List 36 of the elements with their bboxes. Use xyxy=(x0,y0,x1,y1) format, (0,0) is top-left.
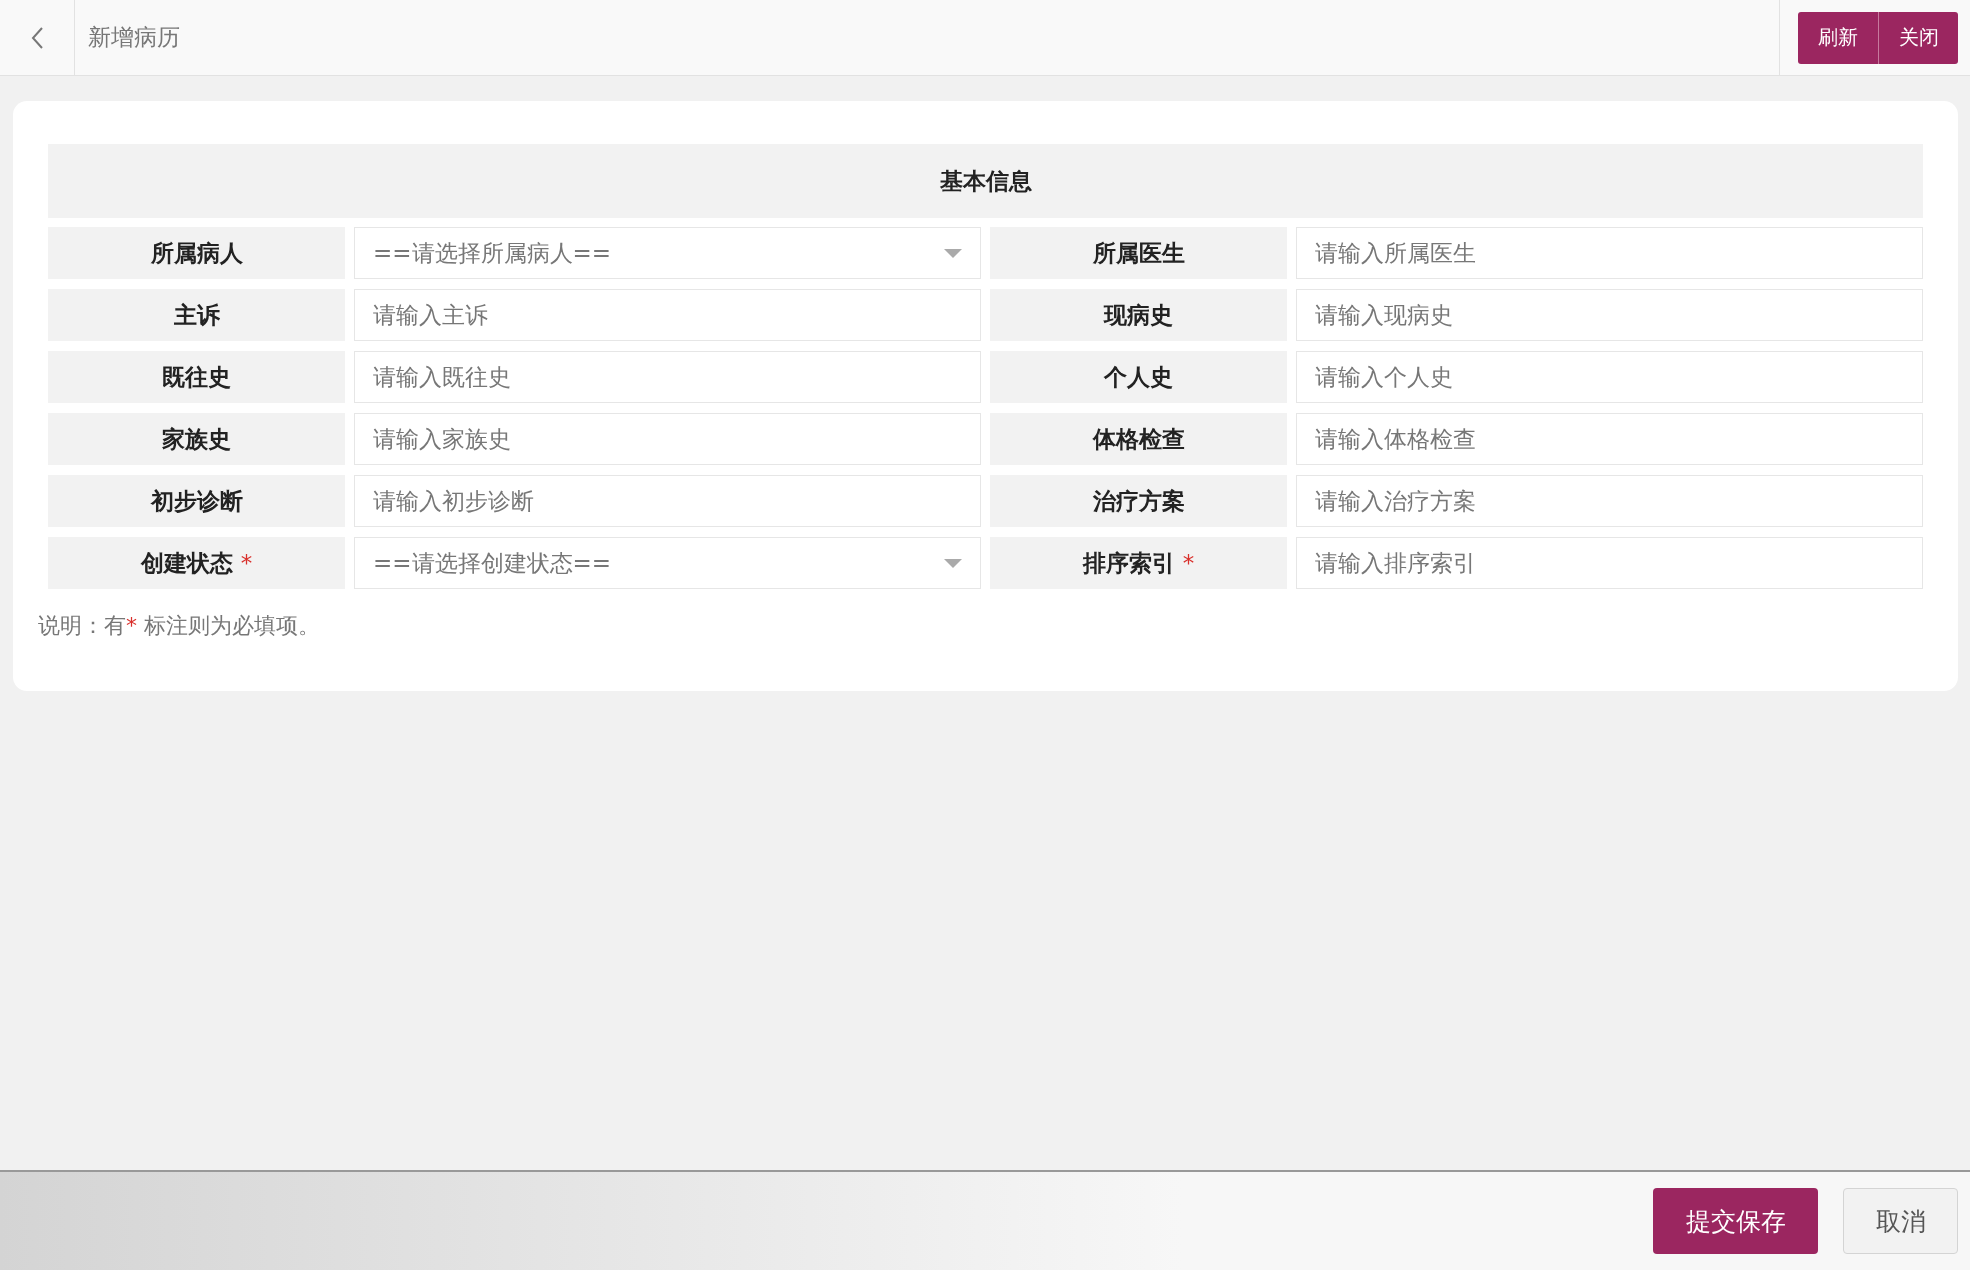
cancel-button[interactable]: 取消 xyxy=(1843,1188,1958,1254)
input-field[interactable]: 请输入现病史 xyxy=(1296,289,1923,341)
field-label: 所属病人 xyxy=(48,227,345,279)
select-field[interactable]: ==请选择所属病人== xyxy=(354,227,981,279)
input-field[interactable]: 请输入所属医生 xyxy=(1296,227,1923,279)
field-label: 既往史 xyxy=(48,351,345,403)
input-field[interactable]: 请输入排序索引 xyxy=(1296,537,1923,589)
close-button[interactable]: 关闭 xyxy=(1878,11,1958,64)
required-note: 说明：有* 标注则为必填项。 xyxy=(38,612,321,640)
page-title: 新增病历 xyxy=(87,23,181,52)
input-field[interactable]: 请输入个人史 xyxy=(1296,351,1923,403)
input-field[interactable]: 请输入既往史 xyxy=(354,351,981,403)
field-label: 排序索引 * xyxy=(990,537,1287,589)
input-field[interactable]: 请输入初步诊断 xyxy=(354,475,981,527)
dropdown-caret-icon xyxy=(944,558,962,568)
required-mark: * xyxy=(240,550,253,576)
field-label: 现病史 xyxy=(990,289,1287,341)
dropdown-caret-icon xyxy=(944,248,962,258)
input-field[interactable]: 请输入体格检查 xyxy=(1296,413,1923,465)
section-header: 基本信息 xyxy=(48,144,1923,218)
field-label: 治疗方案 xyxy=(990,475,1287,527)
field-label: 个人史 xyxy=(990,351,1287,403)
input-field[interactable]: 请输入主诉 xyxy=(354,289,981,341)
field-label: 体格检查 xyxy=(990,413,1287,465)
field-label: 初步诊断 xyxy=(48,475,345,527)
field-label: 主诉 xyxy=(48,289,345,341)
field-label: 家族史 xyxy=(48,413,345,465)
required-mark: * xyxy=(1182,550,1195,576)
back-icon xyxy=(30,25,44,50)
select-field[interactable]: ==请选择创建状态== xyxy=(354,537,981,589)
field-label: 所属医生 xyxy=(990,227,1287,279)
submit-button[interactable]: 提交保存 xyxy=(1653,1188,1818,1254)
field-label: 创建状态 * xyxy=(48,537,345,589)
input-field[interactable]: 请输入家族史 xyxy=(354,413,981,465)
refresh-button[interactable]: 刷新 xyxy=(1798,11,1878,64)
input-field[interactable]: 请输入治疗方案 xyxy=(1296,475,1923,527)
